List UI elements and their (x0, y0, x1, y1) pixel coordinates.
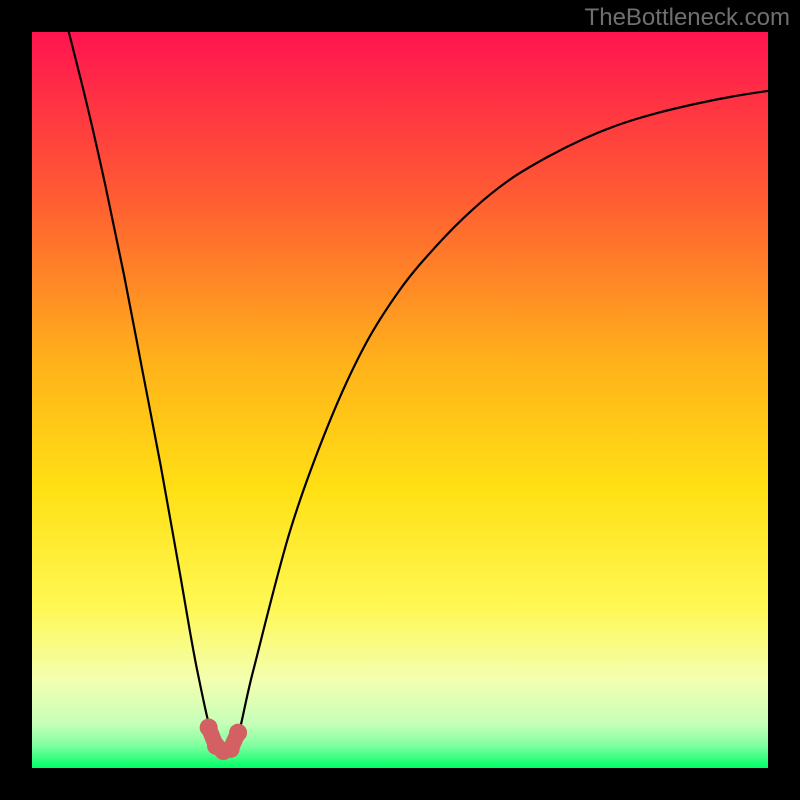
optimum-marker-dot (229, 724, 247, 742)
gradient-background (32, 32, 768, 768)
outer-frame: TheBottleneck.com (0, 0, 800, 800)
watermark-text: TheBottleneck.com (585, 4, 790, 32)
optimum-marker-dot (200, 719, 218, 737)
plot-area (32, 32, 768, 768)
optimum-marker-dot (222, 740, 240, 758)
chart-svg (32, 32, 768, 768)
